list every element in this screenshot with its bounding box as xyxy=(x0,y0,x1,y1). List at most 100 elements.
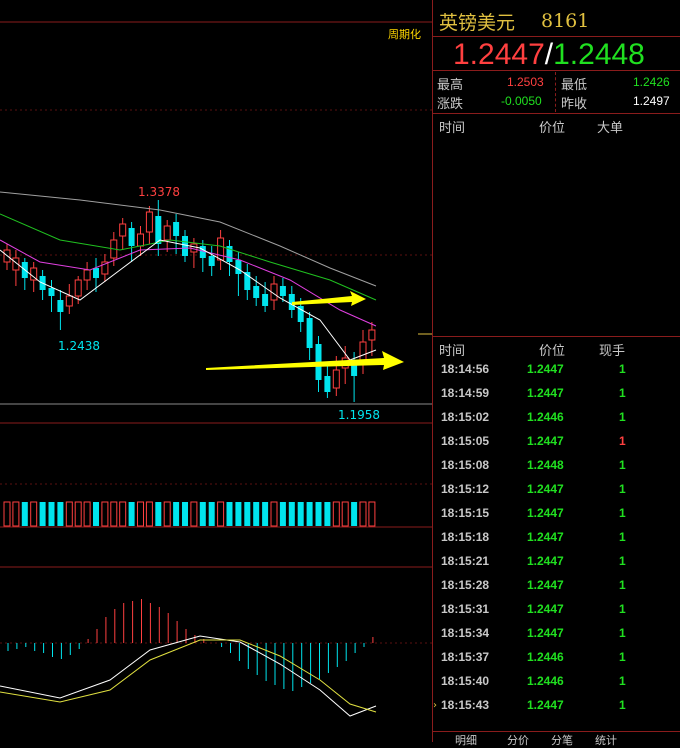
tick-row[interactable]: 18:15:31 1.2447 1 xyxy=(441,602,671,626)
volume-bar xyxy=(208,502,215,526)
bigorder-header-size: 大单 xyxy=(597,121,624,136)
volume-bar xyxy=(119,501,127,527)
tick-row[interactable]: 18:14:56 1.2447 1 xyxy=(441,362,671,386)
detail-tabs[interactable]: 明细 分价 分笔 统计 xyxy=(433,732,680,747)
tick-row[interactable]: 18:15:15 1.2447 1 xyxy=(441,506,671,530)
divider xyxy=(433,113,680,114)
row-pointer-icon: › xyxy=(433,700,437,711)
candle-body xyxy=(262,294,269,306)
divider xyxy=(555,72,557,112)
tick-row[interactable]: 18:15:02 1.2446 1 xyxy=(441,410,671,434)
volume-bar xyxy=(155,502,162,526)
tick-time: 18:15:15 xyxy=(441,506,490,520)
volume-bar xyxy=(190,501,198,527)
candle-body xyxy=(324,376,331,392)
tick-volume: 1 xyxy=(619,578,626,592)
volume-bar xyxy=(3,501,11,527)
volume-bar xyxy=(351,502,358,526)
tick-time: 18:15:21 xyxy=(441,554,490,568)
prev-close-value: 1.2497 xyxy=(633,94,670,108)
volume-bars xyxy=(3,501,376,527)
tick-time: 18:15:37 xyxy=(441,650,490,664)
bigorder-header-price: 价位 xyxy=(539,121,566,136)
divider xyxy=(433,36,680,37)
tick-time: 18:15:02 xyxy=(441,410,490,424)
tab-detail[interactable]: 明细 xyxy=(455,732,477,748)
divider xyxy=(433,336,680,337)
tick-row[interactable]: 18:15:21 1.2447 1 xyxy=(441,554,671,578)
tick-row[interactable]: 18:15:43 1.2447 1 xyxy=(441,698,671,722)
tab-tick[interactable]: 分笔 xyxy=(551,732,573,748)
candle-body xyxy=(208,256,215,266)
candle-body xyxy=(83,269,91,281)
tab-stats[interactable]: 统计 xyxy=(595,732,617,748)
volume-bar xyxy=(65,501,73,527)
bid-ask-price: 1.2447/1.2448 xyxy=(453,38,645,72)
tick-price: 1.2447 xyxy=(527,530,564,544)
tick-row[interactable]: 18:14:59 1.2447 1 xyxy=(441,386,671,410)
tick-header-price: 价位 xyxy=(539,344,566,359)
volume-bar xyxy=(306,502,313,526)
tick-price: 1.2446 xyxy=(527,674,564,688)
ma-line-mid xyxy=(0,213,377,301)
candle-body xyxy=(65,295,73,307)
tick-volume: 1 xyxy=(619,554,626,568)
divider xyxy=(433,70,680,71)
instrument-name: 英镑美元 xyxy=(439,12,516,34)
tick-volume: 1 xyxy=(619,386,626,400)
tick-header-volume: 现手 xyxy=(599,344,626,359)
tick-row[interactable]: 18:15:12 1.2447 1 xyxy=(441,482,671,506)
kline-chart[interactable]: 1.3378 1.2438 1.1958 xyxy=(0,0,432,742)
tick-time: 18:15:12 xyxy=(441,482,490,496)
volume-bar xyxy=(137,501,144,527)
tab-price-dist[interactable]: 分价 xyxy=(507,732,529,748)
tick-volume: 1 xyxy=(619,530,626,544)
tick-price: 1.2447 xyxy=(527,698,564,712)
tick-volume: 1 xyxy=(619,362,626,376)
volume-bar xyxy=(262,502,269,526)
tick-row[interactable]: 18:15:08 1.2448 1 xyxy=(441,458,671,482)
candle-body xyxy=(48,288,55,296)
volume-bar xyxy=(315,502,322,526)
volume-bar xyxy=(128,502,135,526)
quote-panel: 英镑美元 8161 1.2447/1.2448 最高 1.2503 最低 1.2… xyxy=(432,0,680,747)
kline-chart-area[interactable]: 1.3378 1.2438 1.1958 周期化 xyxy=(0,0,432,742)
tick-price: 1.2447 xyxy=(527,554,564,568)
tick-price: 1.2447 xyxy=(527,506,564,520)
tick-time: 18:14:59 xyxy=(441,386,490,400)
arrow-annotation-lower xyxy=(206,351,404,370)
volume-bar xyxy=(279,502,286,526)
tick-time: 18:15:08 xyxy=(441,458,490,472)
tick-price: 1.2447 xyxy=(527,386,564,400)
tick-time: 18:15:31 xyxy=(441,602,490,616)
tick-row[interactable]: 18:15:28 1.2447 1 xyxy=(441,578,671,602)
candle-body xyxy=(74,279,82,297)
tick-header-time: 时间 xyxy=(439,344,466,359)
tick-row[interactable]: 18:15:18 1.2447 1 xyxy=(441,530,671,554)
volume-bar xyxy=(39,502,46,526)
tick-time: 18:15:28 xyxy=(441,578,490,592)
tick-price: 1.2446 xyxy=(527,410,564,424)
tick-time: 18:15:43 xyxy=(441,698,490,712)
tick-price: 1.2447 xyxy=(527,578,564,592)
tick-row[interactable]: 18:15:40 1.2446 1 xyxy=(441,674,671,698)
volume-bar xyxy=(288,502,295,526)
tick-row[interactable]: 18:15:37 1.2446 1 xyxy=(441,650,671,674)
volume-bar xyxy=(199,502,206,526)
candle-body xyxy=(332,369,340,389)
tick-row[interactable]: 18:15:05 1.2447 1 xyxy=(441,434,671,458)
candle-body xyxy=(235,260,242,274)
candle-body xyxy=(182,236,188,256)
volume-bar xyxy=(226,502,233,526)
candle-body xyxy=(93,268,99,278)
volume-bar xyxy=(182,502,188,526)
high-label: 最高 xyxy=(437,78,464,93)
volume-bar xyxy=(48,502,55,526)
volume-bar xyxy=(74,501,82,527)
period-button[interactable]: 周期化 xyxy=(388,26,421,42)
instrument-code: 8161 xyxy=(541,10,590,32)
tick-price: 1.2448 xyxy=(527,458,564,472)
tick-volume: 1 xyxy=(619,458,626,472)
candle-body xyxy=(119,223,127,237)
tick-row[interactable]: 18:15:34 1.2447 1 xyxy=(441,626,671,650)
